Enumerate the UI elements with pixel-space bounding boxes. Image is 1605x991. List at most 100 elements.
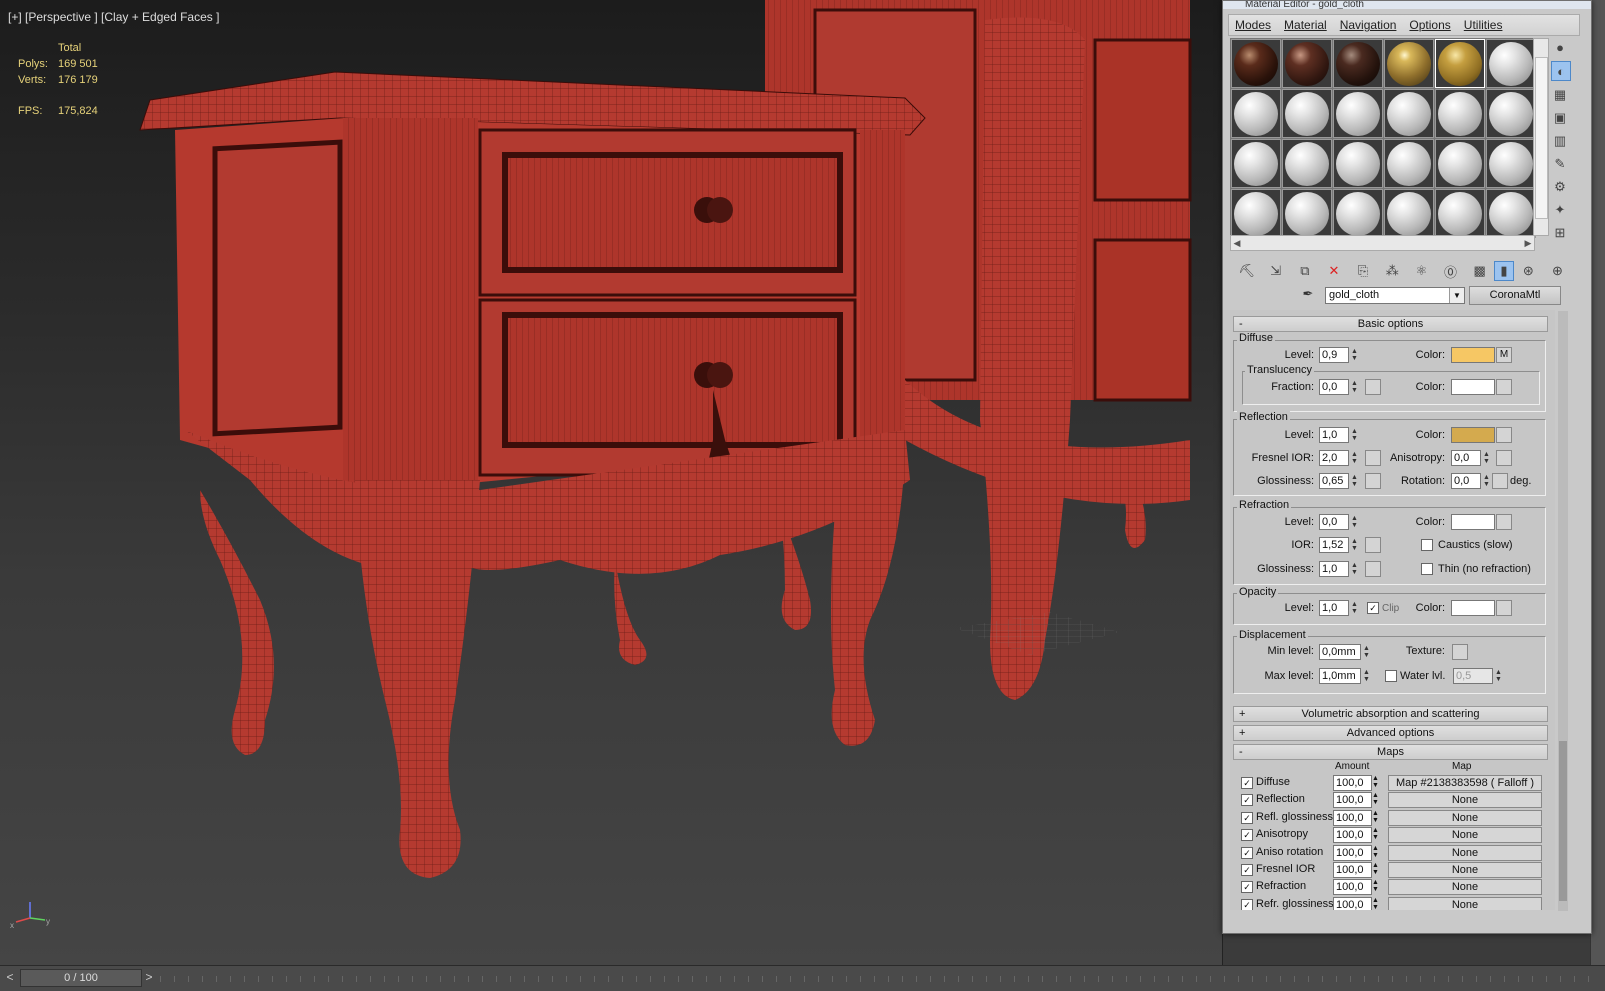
background-checker-icon[interactable]: ▦	[1551, 86, 1569, 104]
timeline-prev-button[interactable]: <	[3, 969, 17, 985]
map-slot-button[interactable]: None	[1388, 792, 1542, 809]
go-to-parent-icon[interactable]: ⊛	[1514, 263, 1543, 279]
pick-material-eyedropper-icon[interactable]: ✒	[1299, 286, 1317, 304]
name-dropdown-icon[interactable]: ▼	[1449, 288, 1464, 303]
rotation-spinner[interactable]: 0,0 ▲ ▼	[1451, 473, 1490, 489]
spinner-arrows-icon[interactable]: ▲ ▼	[1350, 348, 1359, 362]
map-enabled-checkbox[interactable]: ✓	[1241, 881, 1253, 894]
map-amount-spinner[interactable]: 100,0	[1333, 809, 1372, 826]
menu-navigation[interactable]: Navigation	[1340, 18, 1397, 32]
scroll-left-icon[interactable]: ◀	[1231, 236, 1243, 250]
map-amount-spinner[interactable]: 100,0	[1333, 879, 1372, 896]
material-slot[interactable]	[1282, 139, 1332, 188]
fraction-map-button[interactable]	[1365, 379, 1381, 395]
spinner-arrows-icon[interactable]: ▲ ▼	[1372, 775, 1379, 789]
material-slot[interactable]	[1384, 139, 1434, 188]
reflection-map-button[interactable]	[1496, 427, 1512, 443]
map-enabled-checkbox[interactable]: ✓	[1241, 898, 1253, 910]
material-id-channel-icon[interactable]: ⓪	[1436, 262, 1465, 281]
map-slot-button[interactable]: None	[1388, 844, 1542, 861]
spinner-arrows-icon[interactable]: ▲ ▼	[1350, 515, 1359, 529]
copy-material-icon[interactable]: ⎘	[1349, 263, 1378, 279]
rollout-maps[interactable]: - Maps	[1233, 744, 1548, 760]
spinner-arrows-icon[interactable]: ▲ ▼	[1350, 601, 1359, 615]
material-slot[interactable]	[1231, 89, 1281, 138]
opacity-color-swatch[interactable]	[1451, 600, 1495, 616]
panel-scrollbar[interactable]	[1558, 311, 1568, 911]
refraction-map-button[interactable]	[1496, 514, 1512, 530]
go-forward-sibling-icon[interactable]: ⊕	[1543, 263, 1572, 279]
material-slot[interactable]	[1486, 39, 1536, 88]
spinner-arrows-icon[interactable]: ▲ ▼	[1362, 645, 1371, 659]
spinner-arrows-icon[interactable]: ▲ ▼	[1372, 845, 1379, 859]
material-slot[interactable]	[1231, 139, 1281, 188]
rollout-basic-options[interactable]: - Basic options	[1233, 316, 1548, 332]
material-name-field[interactable]: gold_cloth ▼	[1325, 287, 1465, 304]
map-enabled-checkbox[interactable]: ✓	[1241, 811, 1253, 824]
refraction-glossiness-map-button[interactable]	[1365, 561, 1381, 577]
spinner-arrows-icon[interactable]: ▲ ▼	[1372, 862, 1379, 876]
spinner-arrows-icon[interactable]: ▲ ▼	[1350, 538, 1359, 552]
map-enabled-checkbox[interactable]: ✓	[1241, 829, 1253, 842]
reflection-glossiness-spinner[interactable]: 0,65 ▲ ▼	[1319, 473, 1358, 489]
slots-horizontal-scrollbar[interactable]: ◀ ▶	[1230, 235, 1535, 251]
time-slider[interactable]: 0 / 100	[20, 969, 142, 987]
opacity-map-button[interactable]	[1496, 600, 1512, 616]
map-amount-spinner[interactable]: 100,0	[1333, 896, 1372, 910]
refraction-glossiness-spinner[interactable]: 1,0 ▲ ▼	[1319, 561, 1358, 577]
map-enabled-checkbox[interactable]: ✓	[1241, 846, 1253, 859]
fresnel-ior-spinner[interactable]: 2,0 ▲ ▼	[1319, 450, 1358, 466]
map-slot-button[interactable]: None	[1388, 809, 1542, 826]
perspective-viewport[interactable]: [+] [Perspective ] [Clay + Edged Faces ]…	[0, 0, 1223, 965]
anisotropy-map-button[interactable]	[1496, 450, 1512, 466]
material-slot[interactable]	[1333, 189, 1383, 238]
show-map-in-viewport-icon[interactable]: ▩	[1465, 263, 1494, 279]
material-slot[interactable]	[1384, 89, 1434, 138]
spinner-arrows-icon[interactable]: ▲ ▼	[1482, 474, 1491, 488]
translucency-color-swatch[interactable]	[1451, 379, 1495, 395]
menu-material[interactable]: Material	[1284, 18, 1327, 32]
material-slot[interactable]	[1231, 39, 1281, 88]
map-slot-button[interactable]: Map #2138383598 ( Falloff )	[1388, 775, 1542, 791]
ior-map-button[interactable]	[1365, 537, 1381, 553]
spinner-arrows-icon[interactable]: ▲ ▼	[1372, 827, 1379, 841]
diffuse-map-button[interactable]: M	[1496, 347, 1512, 363]
reflection-level-spinner[interactable]: 1,0 ▲ ▼	[1319, 427, 1358, 443]
material-slot[interactable]	[1486, 139, 1536, 188]
spinner-arrows-icon[interactable]: ▲ ▼	[1372, 810, 1379, 824]
material-slot[interactable]	[1333, 139, 1383, 188]
make-preview-icon[interactable]: ✎	[1551, 155, 1569, 173]
spinner-arrows-icon[interactable]: ▲ ▼	[1372, 879, 1379, 893]
material-slot[interactable]	[1282, 39, 1332, 88]
select-by-material-icon[interactable]: ✦	[1551, 201, 1569, 219]
options-icon[interactable]: ⚙	[1551, 178, 1569, 196]
map-slot-button[interactable]: None	[1388, 827, 1542, 844]
material-slot[interactable]	[1486, 89, 1536, 138]
material-slot[interactable]	[1333, 39, 1383, 88]
rotation-map-button[interactable]	[1492, 473, 1508, 489]
material-slot[interactable]	[1435, 189, 1485, 238]
spinner-arrows-icon[interactable]: ▲ ▼	[1362, 669, 1371, 683]
put-to-library-icon[interactable]: ⚛	[1407, 263, 1436, 279]
translucency-map-button[interactable]	[1496, 379, 1512, 395]
panel-scroll-thumb[interactable]	[1559, 741, 1567, 901]
refraction-level-spinner[interactable]: 0,0 ▲ ▼	[1319, 514, 1358, 530]
map-amount-spinner[interactable]: 100,0	[1333, 775, 1372, 791]
water-level-checkbox[interactable]	[1385, 670, 1397, 682]
map-amount-spinner[interactable]: 100,0	[1333, 844, 1372, 861]
map-slot-button[interactable]: None	[1388, 862, 1542, 878]
water-level-spinner[interactable]: 0,5 ▲ ▼	[1453, 668, 1502, 684]
put-to-scene-icon[interactable]: ⇲	[1261, 263, 1290, 279]
spinner-arrows-icon[interactable]: ▲ ▼	[1350, 428, 1359, 442]
make-unique-icon[interactable]: ⁂	[1378, 263, 1407, 279]
opacity-level-spinner[interactable]: 1,0 ▲ ▼	[1319, 600, 1358, 616]
spinner-arrows-icon[interactable]: ▲ ▼	[1372, 897, 1379, 910]
material-slot[interactable]	[1231, 189, 1281, 238]
scroll-right-icon[interactable]: ▶	[1522, 236, 1534, 250]
material-slot[interactable]	[1384, 39, 1434, 88]
get-material-icon[interactable]: ⛏	[1232, 263, 1261, 279]
menu-utilities[interactable]: Utilities	[1464, 18, 1503, 32]
reflection-color-swatch[interactable]	[1451, 427, 1495, 443]
spinner-arrows-icon[interactable]: ▲ ▼	[1350, 562, 1359, 576]
material-slot[interactable]	[1435, 39, 1485, 88]
